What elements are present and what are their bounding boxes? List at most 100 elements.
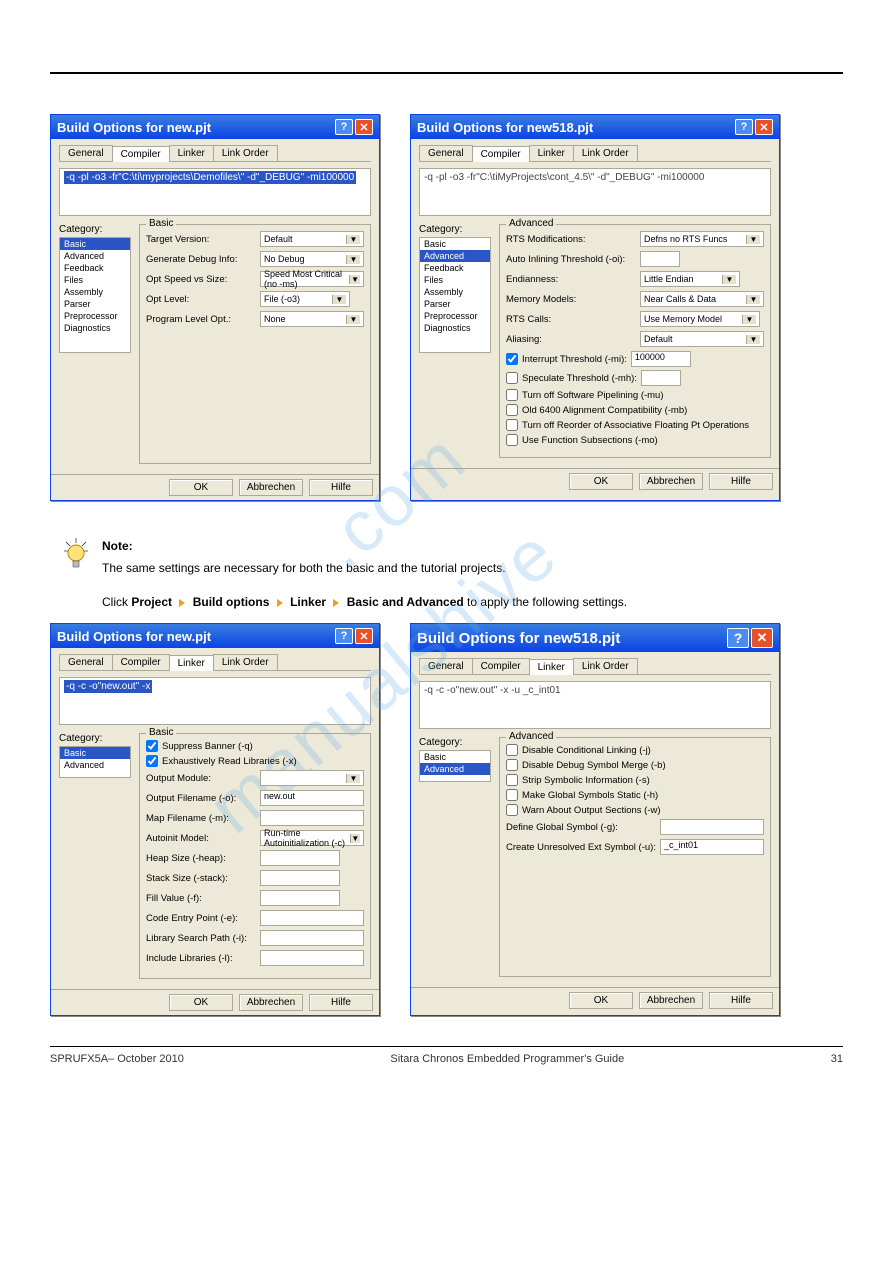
autoinit-select[interactable]: Run-time Autoinitialization (-c)▼ <box>260 830 364 846</box>
help-icon[interactable]: ? <box>735 119 753 135</box>
chevron-down-icon[interactable]: ▼ <box>346 235 360 244</box>
opt-level-select[interactable]: File (-o3)▼ <box>260 291 350 307</box>
map-filename-input[interactable] <box>260 810 364 826</box>
entry-point-input[interactable] <box>260 910 364 926</box>
spec-thresh-checkbox[interactable] <box>506 372 518 384</box>
tab-compiler[interactable]: Compiler <box>112 146 170 162</box>
tab-compiler[interactable]: Compiler <box>472 146 530 162</box>
help-button[interactable]: Hilfe <box>709 992 773 1009</box>
ok-button[interactable]: OK <box>569 473 633 490</box>
category-list[interactable]: Basic Advanced Feedback Files Assembly P… <box>419 237 491 353</box>
heap-size-input[interactable] <box>260 850 340 866</box>
output-module-select[interactable]: ▼ <box>260 770 364 786</box>
spec-thresh-input[interactable] <box>641 370 681 386</box>
titlebar[interactable]: Build Options for new518.pjt ? ✕ <box>411 624 779 652</box>
category-item[interactable]: Parser <box>60 298 130 310</box>
debug-info-select[interactable]: No Debug▼ <box>260 251 364 267</box>
sw-pipeline-checkbox[interactable] <box>506 389 518 401</box>
category-item[interactable]: Diagnostics <box>420 322 490 334</box>
aliasing-select[interactable]: Default▼ <box>640 331 764 347</box>
help-icon[interactable]: ? <box>727 628 749 648</box>
category-item[interactable]: Assembly <box>420 286 490 298</box>
tab-general[interactable]: General <box>419 658 473 674</box>
stack-size-input[interactable] <box>260 870 340 886</box>
command-line-box[interactable]: -q -c -o"new.out" -x -u _c_int01 <box>419 681 771 729</box>
chevron-down-icon[interactable]: ▼ <box>346 315 360 324</box>
category-item[interactable]: Basic <box>420 238 490 250</box>
help-button[interactable]: Hilfe <box>709 473 773 490</box>
old6400-checkbox[interactable] <box>506 404 518 416</box>
disable-dbg-merge-checkbox[interactable] <box>506 759 518 771</box>
reorder-checkbox[interactable] <box>506 419 518 431</box>
tab-link-order[interactable]: Link Order <box>213 145 278 161</box>
chevron-down-icon[interactable]: ▼ <box>746 235 760 244</box>
category-item[interactable]: Feedback <box>420 262 490 274</box>
endian-select[interactable]: Little Endian▼ <box>640 271 740 287</box>
command-line-box[interactable]: -q -pl -o3 -fr"C:\tiMyProjects\cont_4.5\… <box>419 168 771 216</box>
category-item[interactable]: Files <box>60 274 130 286</box>
ok-button[interactable]: OK <box>569 992 633 1009</box>
category-list[interactable]: Basic Advanced <box>59 746 131 778</box>
mem-model-select[interactable]: Near Calls & Data▼ <box>640 291 764 307</box>
make-global-static-checkbox[interactable] <box>506 789 518 801</box>
ok-button[interactable]: OK <box>169 994 233 1011</box>
titlebar[interactable]: Build Options for new518.pjt ? ✕ <box>411 115 779 139</box>
tab-link-order[interactable]: Link Order <box>213 654 278 670</box>
output-filename-input[interactable]: new.out <box>260 790 364 806</box>
close-icon[interactable]: ✕ <box>355 119 373 135</box>
warn-output-checkbox[interactable] <box>506 804 518 816</box>
tab-linker[interactable]: Linker <box>169 145 214 161</box>
close-icon[interactable]: ✕ <box>755 119 773 135</box>
disable-cond-link-checkbox[interactable] <box>506 744 518 756</box>
opt-speed-select[interactable]: Speed Most Critical (no -ms)▼ <box>260 271 364 287</box>
titlebar[interactable]: Build Options for new.pjt ? ✕ <box>51 624 379 648</box>
func-sub-checkbox[interactable] <box>506 434 518 446</box>
tab-link-order[interactable]: Link Order <box>573 658 638 674</box>
tab-linker[interactable]: Linker <box>169 655 214 671</box>
tab-general[interactable]: General <box>419 145 473 161</box>
target-version-select[interactable]: Default▼ <box>260 231 364 247</box>
chevron-down-icon[interactable]: ▼ <box>332 295 346 304</box>
chevron-down-icon[interactable]: ▼ <box>349 275 360 284</box>
category-item[interactable]: Basic <box>60 238 130 250</box>
chevron-down-icon[interactable]: ▼ <box>346 255 360 264</box>
command-line-box[interactable]: -q -c -o"new.out" -x <box>59 677 371 725</box>
close-icon[interactable]: ✕ <box>355 628 373 644</box>
category-item[interactable]: Basic <box>60 747 130 759</box>
chevron-down-icon[interactable]: ▼ <box>746 335 760 344</box>
category-item[interactable]: Advanced <box>60 759 130 771</box>
suppress-banner-checkbox[interactable] <box>146 740 158 752</box>
tab-linker[interactable]: Linker <box>529 659 574 675</box>
lib-search-input[interactable] <box>260 930 364 946</box>
cancel-button[interactable]: Abbrechen <box>639 992 703 1009</box>
ok-button[interactable]: OK <box>169 479 233 496</box>
category-item[interactable]: Advanced <box>420 763 490 775</box>
category-item[interactable]: Preprocessor <box>420 310 490 322</box>
chevron-down-icon[interactable]: ▼ <box>722 275 736 284</box>
chevron-down-icon[interactable]: ▼ <box>346 774 360 783</box>
tab-general[interactable]: General <box>59 654 113 670</box>
prog-level-select[interactable]: None▼ <box>260 311 364 327</box>
category-item[interactable]: Assembly <box>60 286 130 298</box>
cancel-button[interactable]: Abbrechen <box>639 473 703 490</box>
command-line-box[interactable]: -q -pl -o3 -fr"C:\ti\myprojects\Demofile… <box>59 168 371 216</box>
category-item[interactable]: Basic <box>420 751 490 763</box>
tab-compiler[interactable]: Compiler <box>112 654 170 670</box>
category-item[interactable]: Preprocessor <box>60 310 130 322</box>
tab-general[interactable]: General <box>59 145 113 161</box>
category-item[interactable]: Files <box>420 274 490 286</box>
titlebar[interactable]: Build Options for new.pjt ? ✕ <box>51 115 379 139</box>
rts-calls-select[interactable]: Use Memory Model▼ <box>640 311 760 327</box>
category-list[interactable]: Basic Advanced Feedback Files Assembly P… <box>59 237 131 353</box>
auto-inline-input[interactable] <box>640 251 680 267</box>
help-icon[interactable]: ? <box>335 628 353 644</box>
exhaustive-read-checkbox[interactable] <box>146 755 158 767</box>
int-thresh-checkbox[interactable] <box>506 353 518 365</box>
category-list[interactable]: Basic Advanced <box>419 750 491 782</box>
define-global-input[interactable] <box>660 819 764 835</box>
fill-value-input[interactable] <box>260 890 340 906</box>
chevron-down-icon[interactable]: ▼ <box>742 315 756 324</box>
category-item[interactable]: Advanced <box>60 250 130 262</box>
help-button[interactable]: Hilfe <box>309 479 373 496</box>
cancel-button[interactable]: Abbrechen <box>239 994 303 1011</box>
